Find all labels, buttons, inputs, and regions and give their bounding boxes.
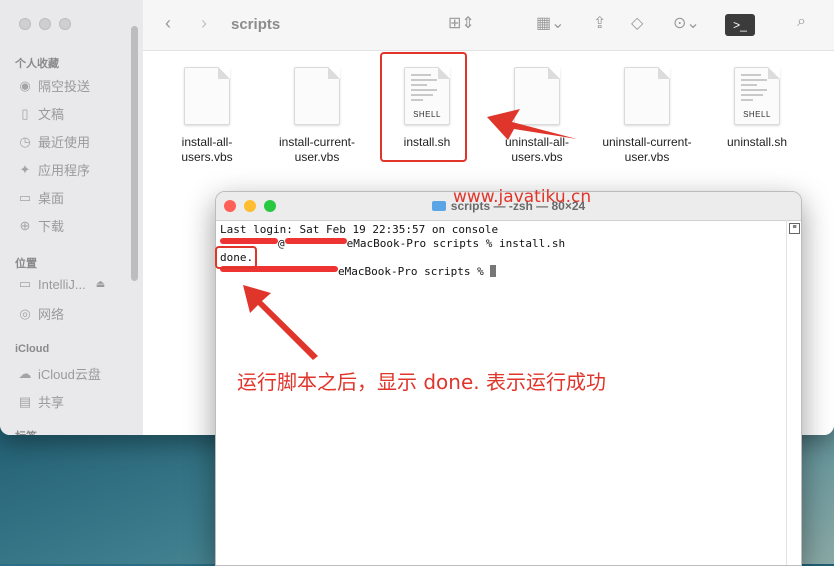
redaction-scribble: [284, 238, 347, 244]
terminal-app-icon[interactable]: >_: [725, 14, 755, 36]
terminal-scrollbar[interactable]: ≡: [786, 220, 801, 565]
back-chevron-icon[interactable]: ‹: [165, 13, 171, 34]
sidebar-section-tags: 标签: [15, 428, 37, 435]
window-controls: [19, 18, 71, 30]
apps-icon: ✦: [19, 161, 31, 177]
terminal-line-prompt: eMacBook-Pro scripts %: [220, 265, 781, 279]
minimize-button[interactable]: [39, 18, 51, 30]
clock-icon: ◷: [19, 133, 31, 149]
watermark: www.javatiku.cn: [453, 187, 592, 207]
file-name: uninstall.sh: [726, 135, 788, 149]
sidebar-item-documents[interactable]: ▯ 文稿: [18, 104, 64, 123]
more-actions-icon[interactable]: ⊙⌄: [673, 13, 700, 33]
disk-icon: ▭: [18, 276, 32, 291]
file-name-line2: user.vbs: [294, 150, 340, 164]
file-name-line1: install-all-: [181, 135, 233, 149]
sidebar-item-desktop[interactable]: ▭ 桌面: [18, 188, 64, 207]
file-item[interactable]: uninstall-current-user.vbs: [592, 67, 702, 165]
file-name-line2: users.vbs: [181, 150, 233, 164]
terminal-line-command: @ eMacBook-Pro scripts % install.sh: [220, 237, 781, 251]
airdrop-icon: ◉: [19, 77, 31, 93]
sidebar-item-shared[interactable]: ▤ 共享: [18, 392, 64, 411]
sidebar-item-airdrop[interactable]: ◉ 隔空投送: [18, 76, 90, 95]
window-title: scripts: [231, 16, 281, 33]
sidebar-item-downloads[interactable]: ⊕ 下载: [18, 216, 64, 235]
document-icon: [514, 67, 560, 125]
forward-chevron-icon[interactable]: ›: [201, 13, 207, 34]
shell-script-icon: SHELL: [734, 67, 780, 125]
file-item[interactable]: install-current-user.vbs: [262, 67, 372, 165]
finder-sidebar: 个人收藏 ◉ 隔空投送 ▯ 文稿 ◷ 最近使用 ✦ 应用程序 ▭ 桌面 ⊕ 下载 位置 ▭ I…: [0, 0, 144, 435]
view-grid-icon[interactable]: ⊞⇕: [448, 13, 475, 33]
network-icon: ◎: [19, 305, 31, 321]
sidebar-section-favorites: 个人收藏: [15, 58, 59, 70]
sidebar-item-recents[interactable]: ◷ 最近使用: [18, 132, 90, 151]
scroll-marker-icon: ≡: [789, 223, 800, 234]
shared-folder-icon: ▤: [18, 393, 32, 409]
shell-badge: SHELL: [743, 110, 771, 119]
folder-icon: [431, 201, 446, 211]
terminal-cursor: [490, 265, 497, 277]
sidebar-item-network[interactable]: ◎ 网络: [18, 304, 64, 323]
terminal-line-login: Last login: Sat Feb 19 22:35:57 on conso…: [220, 223, 499, 236]
zoom-button[interactable]: [59, 18, 71, 30]
document-icon: [294, 67, 340, 125]
terminal-line-output: done.: [220, 251, 254, 264]
sidebar-section-icloud: iCloud: [15, 343, 50, 355]
document-icon: [624, 67, 670, 125]
file-name-line1: install-current-: [278, 135, 356, 149]
file-name-line1: uninstall-all-: [504, 135, 570, 149]
file-item[interactable]: uninstall-all-users.vbs: [482, 67, 592, 165]
cloud-icon: ☁: [18, 365, 32, 381]
file-name-line1: uninstall-current-: [602, 135, 692, 149]
share-icon[interactable]: ⇪: [593, 13, 606, 33]
annotation-caption: 运行脚本之后，显示 done. 表示运行成功: [237, 370, 606, 394]
download-icon: ⊕: [19, 217, 31, 233]
sidebar-item-icloud-drive[interactable]: ☁ iCloud云盘: [18, 364, 101, 383]
search-icon[interactable]: ⌕: [797, 13, 806, 31]
finder-toolbar: ‹ › scripts ⊞⇕ ▦⌄ ⇪ ◇ ⊙⌄ >_ ⌕: [143, 0, 834, 51]
group-by-icon[interactable]: ▦⌄: [536, 13, 565, 33]
done-highlight-box: [215, 246, 257, 269]
eject-icon[interactable]: ⏏: [96, 279, 105, 290]
file-item-uninstall-sh[interactable]: SHELL uninstall.sh: [702, 67, 812, 150]
tag-icon[interactable]: ◇: [631, 13, 643, 33]
install-sh-highlight-box: [380, 52, 467, 162]
redaction-scribble: [220, 238, 278, 244]
file-name-line2: user.vbs: [624, 150, 670, 164]
desktop-icon: ▭: [18, 189, 32, 205]
sidebar-scrollbar[interactable]: [131, 26, 138, 281]
file-name-line2: users.vbs: [511, 150, 563, 164]
file-item[interactable]: install-all-users.vbs: [152, 67, 262, 165]
document-icon: ▯: [21, 105, 29, 121]
terminal-output[interactable]: Last login: Sat Feb 19 22:35:57 on conso…: [220, 223, 781, 279]
sidebar-section-locations: 位置: [15, 258, 37, 270]
close-button[interactable]: [19, 18, 31, 30]
document-icon: [184, 67, 230, 125]
sidebar-item-applications[interactable]: ✦ 应用程序: [18, 160, 90, 179]
sidebar-item-intellij-disk[interactable]: ▭ IntelliJ... ⏏: [18, 276, 105, 292]
